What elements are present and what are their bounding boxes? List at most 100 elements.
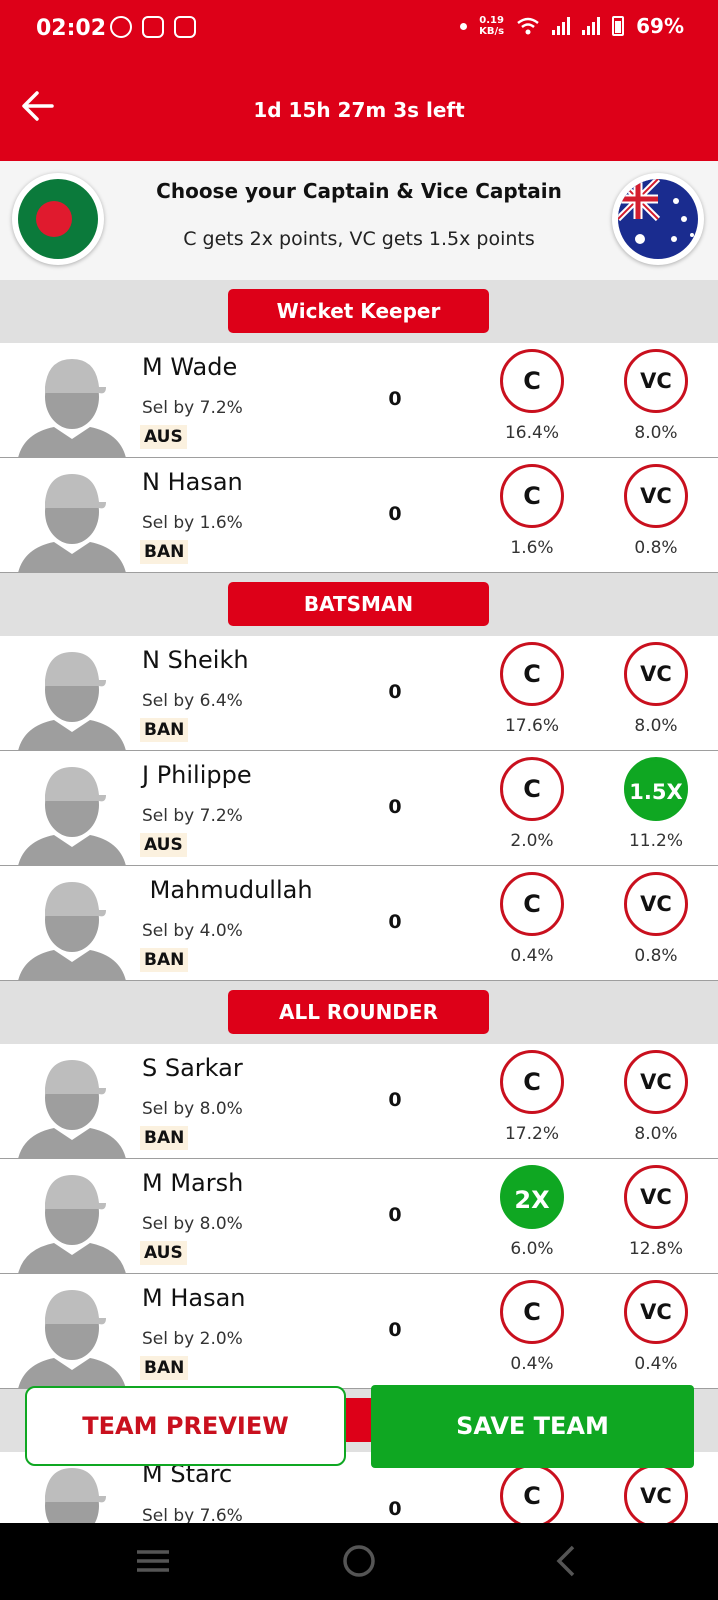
vice-captain-percent: 8.0% [634,716,678,736]
player-row: M Marsh Sel by 8.0% AUS 0 2X VC 6.0% 12.… [0,1159,718,1274]
vice-captain-button[interactable]: VC [624,464,688,528]
captain-button[interactable]: C [500,872,564,936]
player-row: M Hasan Sel by 2.0% BAN 0 C VC 0.4% 0.4% [0,1274,718,1389]
player-name: N Hasan [142,468,243,496]
team-tag: BAN [140,948,189,972]
captain-button[interactable]: C [500,1464,564,1523]
selected-by: Sel by 2.0% [142,1329,243,1349]
player-avatar-icon [18,359,126,457]
australia-flag-icon [612,173,704,265]
vice-captain-button[interactable]: VC [624,1050,688,1114]
player-row: S Sarkar Sel by 8.0% BAN 0 C VC 17.2% 8.… [0,1044,718,1159]
vice-captain-button[interactable]: VC [624,1280,688,1344]
player-row: M Wade Sel by 7.2% AUS 0 C VC 16.4% 8.0% [0,343,718,458]
team-preview-button[interactable]: TEAM PREVIEW [25,1386,346,1466]
battery-icon [612,16,625,36]
team-tag: BAN [140,1126,189,1150]
player-name: N Sheikh [142,646,249,674]
captain-button[interactable]: C [500,464,564,528]
player-avatar-icon [45,1468,106,1523]
system-nav-bar [0,1523,718,1600]
player-points: 0 [388,388,402,410]
captain-button[interactable]: C [500,757,564,821]
section-label: Wicket Keeper [228,289,489,333]
team-tag: BAN [140,540,189,564]
selected-by: Sel by 4.0% [142,921,243,941]
captain-percent: 2.0% [510,831,554,851]
player-row: N Hasan Sel by 1.6% BAN 0 C VC 1.6% 0.8% [0,458,718,573]
player-points: 0 [388,1319,402,1341]
vice-captain-percent: 0.8% [634,538,678,558]
captain-button[interactable]: C [500,1280,564,1344]
back-icon[interactable] [547,1541,587,1581]
player-avatar-icon [18,767,126,865]
player-name: Mahmudullah [142,876,313,904]
network-speed: 0.19 KB/s [479,15,505,37]
player-avatar-icon [18,1290,126,1388]
match-info-panel: Choose your Captain & Vice Captain C get… [0,161,718,280]
player-avatar-icon [18,1060,126,1158]
selected-by: Sel by 7.2% [142,806,243,826]
player-points: 0 [388,796,402,818]
selected-by: Sel by 8.0% [142,1214,243,1234]
instagram-icon [142,16,164,38]
selected-by: Sel by 7.6% [142,1506,243,1523]
captain-button[interactable]: C [500,642,564,706]
player-name: J Philippe [142,761,252,789]
captain-percent: 0.4% [510,1354,554,1374]
calendar-icon [174,16,196,38]
vice-captain-percent: 0.4% [634,1354,678,1374]
countdown-timer: 1d 15h 27m 3s left [253,98,465,122]
signal-icon [582,17,601,35]
player-name: S Sarkar [142,1054,243,1082]
section-all-rounder: ALL ROUNDER [0,981,718,1044]
player-name: M Hasan [142,1284,246,1312]
notification-dot-icon [460,22,468,30]
vice-captain-percent: 8.0% [634,423,678,443]
captain-percent: 16.4% [504,423,559,443]
player-name: M Marsh [142,1169,244,1197]
vice-captain-button-selected[interactable]: 1.5X [624,757,688,821]
captain-button[interactable]: C [500,1050,564,1114]
selected-by: Sel by 6.4% [142,691,243,711]
vice-captain-percent: 12.8% [628,1239,683,1259]
team-tag: AUS [140,425,187,449]
captain-button-selected[interactable]: 2X [500,1165,564,1229]
recent-apps-icon[interactable] [133,1541,173,1581]
vice-captain-button[interactable]: VC [624,349,688,413]
vice-captain-percent: 11.2% [628,831,683,851]
page-title: Choose your Captain & Vice Captain [156,179,562,203]
status-bar: 02:02 0.19 KB/s 69% [0,0,718,60]
home-icon[interactable] [339,1541,379,1581]
captain-button[interactable]: C [500,349,564,413]
team-tag: AUS [140,1241,187,1265]
player-points: 0 [388,1204,402,1226]
vice-captain-button[interactable]: VC [624,872,688,936]
player-points: 0 [388,1498,402,1520]
section-label: ALL ROUNDER [228,990,489,1034]
player-row: N Sheikh Sel by 6.4% BAN 0 C VC 17.6% 8.… [0,636,718,751]
section-label: BATSMAN [228,582,489,626]
vice-captain-button[interactable]: VC [624,1464,688,1523]
save-team-button[interactable]: SAVE TEAM [371,1385,694,1468]
team-tag: AUS [140,833,187,857]
player-points: 0 [388,503,402,525]
points-rule-text: C gets 2x points, VC gets 1.5x points [183,228,535,250]
section-wicket-keeper: Wicket Keeper [0,280,718,343]
player-name: M Wade [142,353,238,381]
wifi-icon [517,17,539,35]
vice-captain-percent: 8.0% [634,1124,678,1144]
captain-percent: 6.0% [510,1239,554,1259]
vice-captain-button[interactable]: VC [624,642,688,706]
vice-captain-button[interactable]: VC [624,1165,688,1229]
team-tag: BAN [140,1356,189,1380]
status-time: 02:02 [36,16,107,41]
whatsapp-icon [110,16,132,38]
player-avatar-icon [18,652,126,750]
vice-captain-percent: 0.8% [634,946,678,966]
selected-by: Sel by 1.6% [142,513,243,533]
captain-percent: 0.4% [510,946,554,966]
selected-by: Sel by 7.2% [142,398,243,418]
app-header: 1d 15h 27m 3s left [0,60,718,161]
signal-icon [552,17,571,35]
